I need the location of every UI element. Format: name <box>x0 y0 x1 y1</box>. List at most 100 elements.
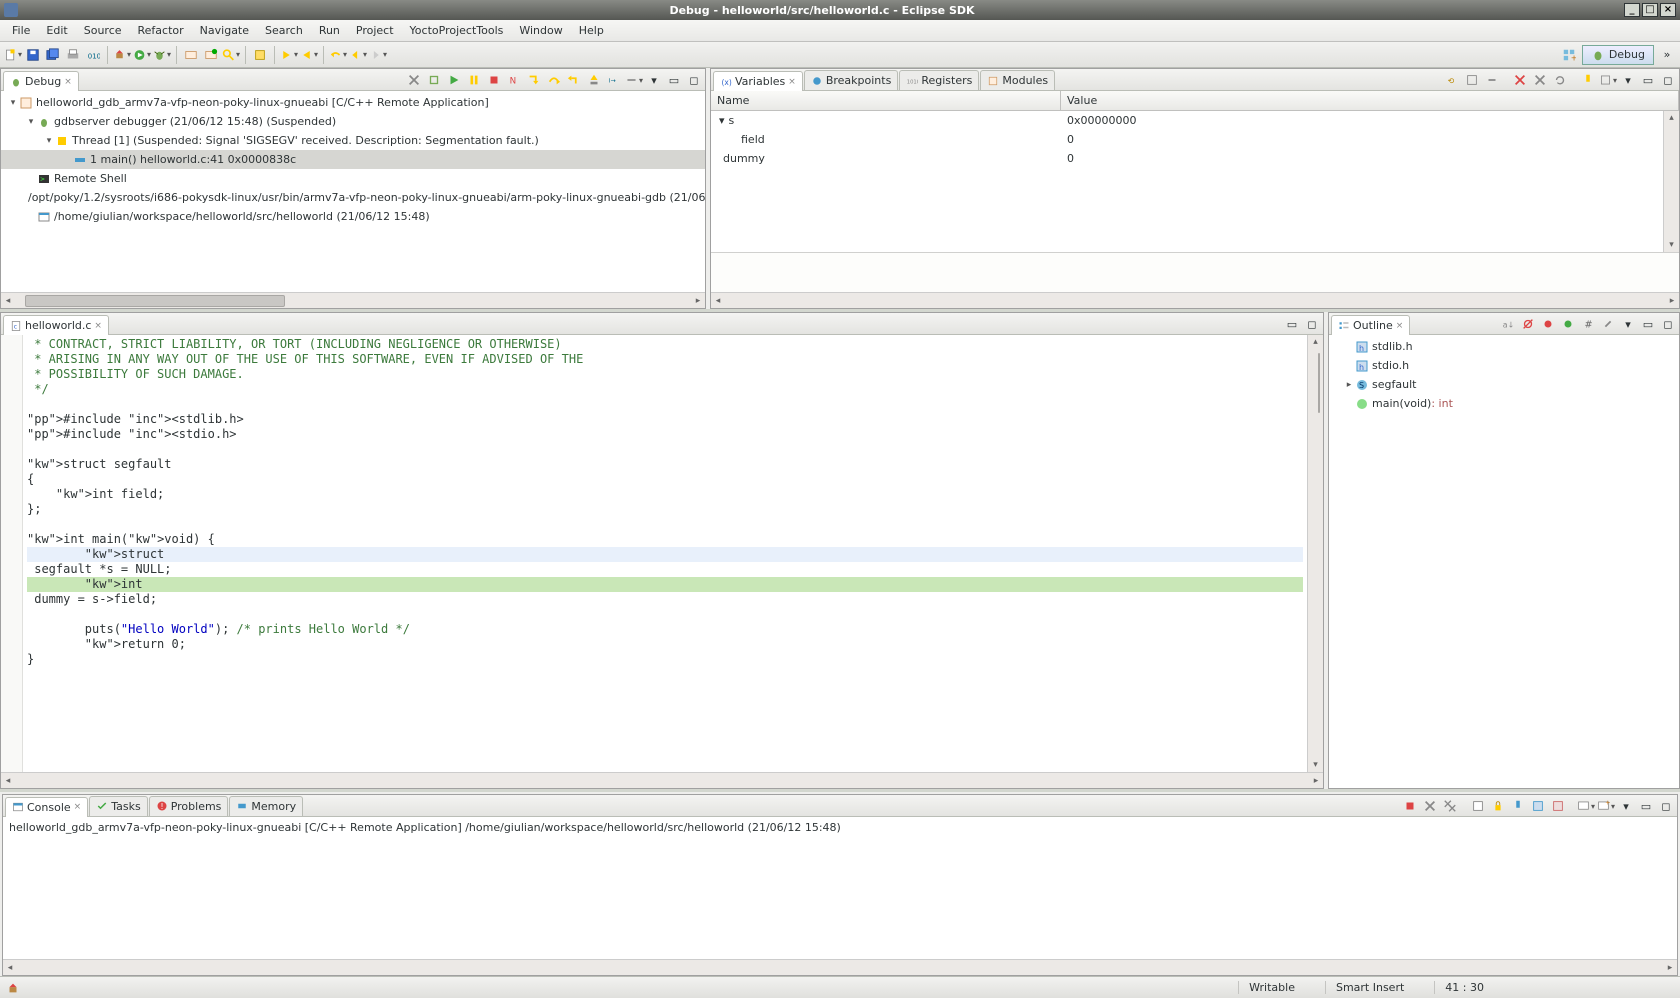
variable-row[interactable]: ▾s0x00000000 <box>711 111 1663 130</box>
vars-minimize-button[interactable]: ▭ <box>1639 71 1657 89</box>
perspective-more-button[interactable]: » <box>1658 46 1676 64</box>
menu-edit[interactable]: Edit <box>40 22 73 39</box>
build-button[interactable] <box>113 46 131 64</box>
variable-row[interactable]: (x)field0 <box>711 130 1663 149</box>
console-output[interactable]: helloworld_gdb_armv7a-vfp-neon-poky-linu… <box>3 817 1677 959</box>
collapse-all-button[interactable] <box>1483 71 1501 89</box>
console-view-menu-button[interactable]: ▾ <box>1617 797 1635 815</box>
search-button[interactable] <box>222 46 240 64</box>
vars-scroll-right[interactable]: ▸ <box>1665 296 1679 306</box>
vars-maximize-button[interactable]: ◻ <box>1659 71 1677 89</box>
vars-scroll-left[interactable]: ◂ <box>711 296 725 306</box>
menu-project[interactable]: Project <box>350 22 400 39</box>
last-edit-button[interactable] <box>329 46 347 64</box>
outline-hide-nonpublic-button[interactable] <box>1559 315 1577 333</box>
variable-row[interactable]: (x)dummy0 <box>711 149 1663 168</box>
add-global-button[interactable] <box>1511 71 1529 89</box>
binary-button[interactable]: 010 <box>84 46 102 64</box>
editor-maximize-button[interactable]: ◻ <box>1303 315 1321 333</box>
console-display-button[interactable] <box>1577 797 1595 815</box>
prev-annotation-button[interactable] <box>300 46 318 64</box>
debug-tree-row[interactable]: ▾helloworld_gdb_armv7a-vfp-neon-poky-lin… <box>1 93 705 112</box>
tab-console-close[interactable]: × <box>74 802 82 812</box>
debug-tree[interactable]: ▾helloworld_gdb_armv7a-vfp-neon-poky-lin… <box>1 91 705 292</box>
menu-source[interactable]: Source <box>78 22 128 39</box>
tab-helloworld-c[interactable]: c helloworld.c × <box>3 315 109 335</box>
new-button[interactable] <box>4 46 22 64</box>
show-type-names-button[interactable]: ⟲ <box>1443 71 1461 89</box>
tab-console[interactable]: Console × <box>5 797 88 817</box>
editor-gutter[interactable] <box>1 335 23 772</box>
open-type-button[interactable] <box>182 46 200 64</box>
suspend-button[interactable] <box>465 71 483 89</box>
tab-memory[interactable]: Memory <box>229 796 303 816</box>
debug-tree-row[interactable]: ▾Thread [1] (Suspended: Signal 'SIGSEGV'… <box>1 131 705 150</box>
tab-modules[interactable]: Modules <box>980 70 1055 90</box>
minimize-button[interactable]: _ <box>1624 3 1640 17</box>
save-button[interactable] <box>24 46 42 64</box>
open-task-button[interactable] <box>202 46 220 64</box>
vars-refresh-button[interactable] <box>1551 71 1569 89</box>
menu-help[interactable]: Help <box>573 22 610 39</box>
menu-file[interactable]: File <box>6 22 36 39</box>
debug-button[interactable] <box>153 46 171 64</box>
instruction-step-button[interactable]: i→ <box>605 71 623 89</box>
perspective-debug[interactable]: Debug <box>1582 45 1654 65</box>
console-open-button[interactable]: + <box>1597 797 1615 815</box>
outline-view-menu-button[interactable]: ▾ <box>1619 315 1637 333</box>
menu-yocto[interactable]: YoctoProjectTools <box>404 22 510 39</box>
outline-tree[interactable]: hstdlib.hhstdio.h▸Ssegfaultmain(void) : … <box>1329 335 1679 788</box>
menu-refactor[interactable]: Refactor <box>132 22 190 39</box>
back-button[interactable] <box>349 46 367 64</box>
scroll-up-button[interactable]: ▴ <box>1669 111 1674 125</box>
debug-tree-row[interactable]: /opt/poky/1.2/sysroots/i686-pokysdk-linu… <box>1 188 705 207</box>
tab-problems[interactable]: ! Problems <box>149 796 229 816</box>
outline-item[interactable]: main(void) : int <box>1329 394 1679 413</box>
drop-to-frame-button[interactable] <box>585 71 603 89</box>
remove-terminated-button[interactable] <box>405 71 423 89</box>
scroll-right-button[interactable]: ▸ <box>691 296 705 306</box>
tab-helloworld-c-close[interactable]: × <box>94 321 102 331</box>
debug-tree-row[interactable]: ▾gdbserver debugger (21/06/12 15:48) (Su… <box>1 112 705 131</box>
next-annotation-button[interactable] <box>280 46 298 64</box>
run-button[interactable] <box>133 46 151 64</box>
source-code[interactable]: * CONTRACT, STRICT LIABILITY, OR TORT (I… <box>23 335 1307 772</box>
menu-search[interactable]: Search <box>259 22 309 39</box>
debug-tree-row[interactable]: /home/giulian/workspace/helloworld/src/h… <box>1 207 705 226</box>
menu-navigate[interactable]: Navigate <box>194 22 255 39</box>
editor-scroll-down[interactable]: ▾ <box>1313 758 1318 772</box>
outline-item[interactable]: hstdlib.h <box>1329 337 1679 356</box>
outline-hide-static-button[interactable] <box>1539 315 1557 333</box>
view-menu-button[interactable]: ▾ <box>645 71 663 89</box>
tab-debug[interactable]: Debug × <box>3 71 79 91</box>
vars-vscroll[interactable]: ▴ ▾ <box>1663 111 1679 252</box>
outline-item[interactable]: hstdio.h <box>1329 356 1679 375</box>
console-scroll-right[interactable]: ▸ <box>1663 963 1677 973</box>
minimize-view-button[interactable]: ▭ <box>665 71 683 89</box>
col-value[interactable]: Value <box>1061 91 1679 110</box>
console-remove-button[interactable] <box>1421 797 1439 815</box>
forward-button[interactable] <box>369 46 387 64</box>
console-scroll-left[interactable]: ◂ <box>3 963 17 973</box>
menu-run[interactable]: Run <box>313 22 346 39</box>
vars-hscroll[interactable]: ◂ ▸ <box>711 292 1679 308</box>
console-hscroll[interactable]: ◂ ▸ <box>3 959 1677 975</box>
outline-item[interactable]: ▸Ssegfault <box>1329 375 1679 394</box>
outline-link-button[interactable] <box>1599 315 1617 333</box>
print-button[interactable] <box>64 46 82 64</box>
outline-minimize-button[interactable]: ▭ <box>1639 315 1657 333</box>
connect-button[interactable] <box>425 71 443 89</box>
tab-outline[interactable]: Outline × <box>1331 315 1410 335</box>
maximize-button[interactable]: □ <box>1642 3 1658 17</box>
scroll-left-button[interactable]: ◂ <box>1 296 15 306</box>
scroll-down-button[interactable]: ▾ <box>1669 238 1674 252</box>
terminate-button[interactable] <box>485 71 503 89</box>
console-show-on-out-button[interactable] <box>1529 797 1547 815</box>
step-return-button[interactable] <box>565 71 583 89</box>
open-perspective-button[interactable]: + <box>1560 46 1578 64</box>
outline-hide-inactive-button[interactable]: # <box>1579 315 1597 333</box>
save-all-button[interactable] <box>44 46 62 64</box>
show-logical-button[interactable] <box>1463 71 1481 89</box>
tab-breakpoints[interactable]: Breakpoints <box>804 70 899 90</box>
editor-scroll-left[interactable]: ◂ <box>1 776 15 786</box>
